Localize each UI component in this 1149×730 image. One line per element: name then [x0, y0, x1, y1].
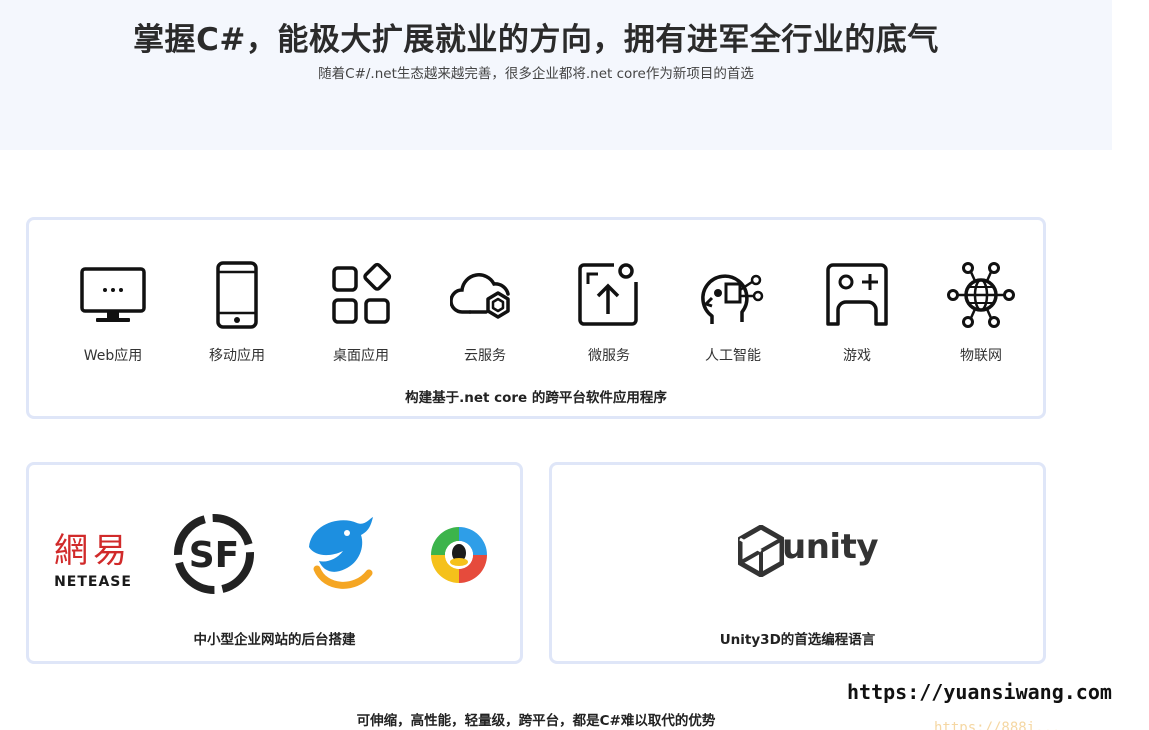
sf-express-logo: SF: [174, 514, 254, 594]
enterprise-caption: 中小型企业网站的后台搭建: [193, 632, 356, 648]
watermark-faint: https://888i...: [934, 720, 1061, 730]
tencent-news-logo: [431, 527, 487, 583]
platform-game: 游戏: [795, 260, 919, 365]
hero-subtitle: 随着C#/.net生态越来越完善，很多企业都将.net core作为新项目的首选: [318, 66, 754, 82]
platform-iot: 物联网: [919, 260, 1043, 365]
hero-title: 掌握C#，能极大扩展就业的方向，拥有进军全行业的底气: [133, 22, 939, 58]
platform-label: 游戏: [843, 348, 871, 364]
hero-banner: 掌握C#，能极大扩展就业的方向，拥有进军全行业的底气 随着C#/.net生态越来…: [0, 0, 1112, 150]
platform-cloud: 云服务: [423, 260, 547, 365]
platform-mobile: 移动应用: [175, 260, 299, 365]
game-icon: [826, 263, 888, 326]
platform-label: 人工智能: [705, 348, 761, 364]
watermark: https://yuansiwang.com: [847, 680, 1112, 704]
platforms-card: Web应用 移动应用 桌面应用 云服务 微服务 人工智能 游戏 物联网 构建基于…: [26, 217, 1046, 419]
desktop-app-icon: [332, 262, 392, 324]
platform-desktop: 桌面应用: [299, 260, 423, 365]
platform-ai: 人工智能: [671, 260, 795, 365]
platform-label: 云服务: [464, 348, 506, 364]
sf-express-logo-text: SF: [189, 535, 240, 576]
unity-cube-icon: [738, 525, 784, 577]
platform-label: Web应用: [83, 348, 143, 364]
platform-label: 移动应用: [209, 348, 265, 364]
page: 掌握C#，能极大扩展就业的方向，拥有进军全行业的底气 随着C#/.net生态越来…: [0, 0, 1149, 730]
platforms-caption: 构建基于.net core 的跨平台软件应用程序: [405, 390, 667, 406]
unity-logo-text: unity: [782, 527, 878, 567]
platform-web: Web应用: [51, 260, 175, 365]
enterprise-card: 網易 NETEASE SF 中小型企业网站的后台搭建: [26, 462, 523, 664]
microservice-icon: [578, 263, 638, 326]
netease-logo-cn: 網易: [54, 531, 132, 571]
cloud-icon: [450, 273, 510, 319]
phone-icon: [216, 261, 258, 329]
dolphin-logo: [309, 517, 373, 589]
monitor-icon: [80, 267, 146, 322]
netease-logo: 網易 NETEASE: [51, 523, 135, 590]
ai-head-icon: [701, 274, 764, 324]
unity-card: unity Unity3D的首选编程语言: [549, 462, 1046, 664]
unity-logo: unity: [738, 523, 878, 579]
platform-label: 微服务: [588, 348, 630, 364]
tagline: 可伸缩，高性能，轻量级，跨平台，都是C#难以取代的优势: [356, 713, 716, 729]
unity-caption: Unity3D的首选编程语言: [719, 632, 876, 648]
platform-list: Web应用 移动应用 桌面应用 云服务 微服务 人工智能 游戏 物联网: [37, 260, 1037, 370]
platform-label: 桌面应用: [333, 348, 389, 364]
platform-microservice: 微服务: [547, 260, 671, 365]
netease-logo-en: NETEASE: [54, 574, 132, 590]
iot-icon: [947, 262, 1015, 328]
platform-label: 物联网: [960, 348, 1002, 364]
